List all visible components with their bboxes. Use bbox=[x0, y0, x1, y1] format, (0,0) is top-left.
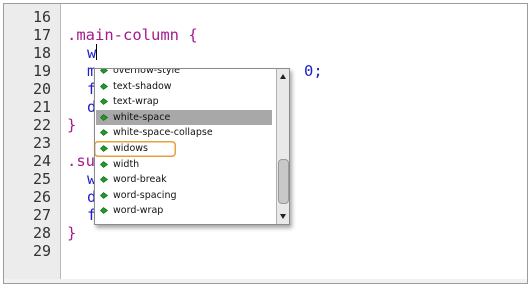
code-line-17: .main-column { bbox=[67, 26, 198, 44]
green-dot-icon bbox=[100, 145, 108, 152]
line-number: 28 bbox=[32, 224, 51, 242]
line-number: 20 bbox=[32, 80, 51, 98]
green-dot-icon bbox=[100, 176, 108, 184]
autocomplete-item-label: word-break bbox=[113, 174, 167, 186]
line-number: 17 bbox=[32, 26, 51, 44]
code-editor[interactable]: 16 17 18 19 20 21 22 23 24 25 26 27 28 2… bbox=[3, 3, 528, 284]
line-number: 23 bbox=[32, 134, 51, 152]
autocomplete-item-label: word-spacing bbox=[113, 189, 177, 201]
green-dot-icon bbox=[100, 82, 108, 90]
green-dot-icon bbox=[100, 207, 108, 215]
line-number: 24 bbox=[32, 152, 51, 170]
autocomplete-item-selected[interactable]: white-space bbox=[96, 109, 272, 126]
autocomplete-item-label: text-shadow bbox=[113, 80, 172, 92]
editor-bottom-edge bbox=[4, 279, 527, 283]
css-selector: .su bbox=[67, 152, 95, 170]
autocomplete-item-label: white-space-collapse bbox=[113, 127, 213, 139]
code-line-24: .su bbox=[67, 152, 95, 170]
line-number: 29 bbox=[32, 242, 51, 260]
green-dot-icon bbox=[100, 69, 108, 74]
line-number: 27 bbox=[32, 206, 51, 224]
green-dot-icon bbox=[100, 98, 108, 106]
autocomplete-popup[interactable]: overflow-style text-shadow text-wrap whi… bbox=[94, 68, 290, 225]
line-number: 21 bbox=[32, 98, 51, 116]
text-caret bbox=[96, 44, 98, 60]
autocomplete-item-hovered[interactable]: widows bbox=[95, 141, 176, 157]
autocomplete-item-label: word-wrap bbox=[113, 205, 164, 217]
scroll-up-arrow-icon[interactable] bbox=[280, 74, 286, 79]
autocomplete-item[interactable]: word-break bbox=[96, 172, 272, 188]
line-number: 19 bbox=[32, 62, 51, 80]
close-brace: } bbox=[67, 116, 77, 134]
code-line-19-tail: 0; bbox=[304, 62, 323, 80]
line-number: 25 bbox=[32, 170, 51, 188]
scroll-down-arrow-icon[interactable] bbox=[280, 214, 286, 219]
line-number: 16 bbox=[32, 8, 51, 26]
autocomplete-item[interactable]: text-shadow bbox=[96, 79, 272, 95]
autocomplete-item[interactable]: word-wrap bbox=[96, 203, 272, 219]
code-line-28: } bbox=[67, 224, 76, 242]
code-line-22: } bbox=[67, 116, 76, 134]
autocomplete-item-label: width bbox=[113, 158, 140, 170]
popup-scrollbar[interactable] bbox=[276, 69, 289, 224]
line-number: 22 bbox=[32, 116, 51, 134]
value-fragment: 0; bbox=[304, 62, 323, 80]
autocomplete-item-label: widows bbox=[113, 143, 148, 154]
line-number-gutter: 16 17 18 19 20 21 22 23 24 25 26 27 28 2… bbox=[4, 4, 61, 283]
green-dot-icon bbox=[100, 129, 108, 137]
green-dot-icon bbox=[100, 113, 108, 121]
line-number: 18 bbox=[32, 44, 51, 62]
partial-property: w bbox=[87, 44, 97, 62]
autocomplete-item-label: text-wrap bbox=[113, 96, 159, 108]
autocomplete-item[interactable]: width bbox=[96, 157, 272, 173]
autocomplete-item[interactable]: white-space-collapse bbox=[96, 125, 272, 141]
autocomplete-item-label: overflow-style bbox=[113, 68, 180, 76]
autocomplete-item[interactable]: overflow-style bbox=[96, 68, 272, 79]
green-dot-icon bbox=[100, 191, 108, 199]
code-line-18: w bbox=[87, 44, 98, 62]
css-selector: .main-column bbox=[67, 26, 179, 44]
line-number: 26 bbox=[32, 188, 51, 206]
open-brace: { bbox=[178, 26, 198, 44]
scrollbar-thumb[interactable] bbox=[278, 159, 289, 204]
autocomplete-item-label: white-space bbox=[113, 111, 171, 123]
autocomplete-item[interactable]: text-wrap bbox=[96, 94, 272, 110]
autocomplete-item[interactable]: word-spacing bbox=[96, 188, 272, 204]
green-dot-icon bbox=[100, 160, 108, 168]
close-brace: } bbox=[67, 224, 77, 242]
